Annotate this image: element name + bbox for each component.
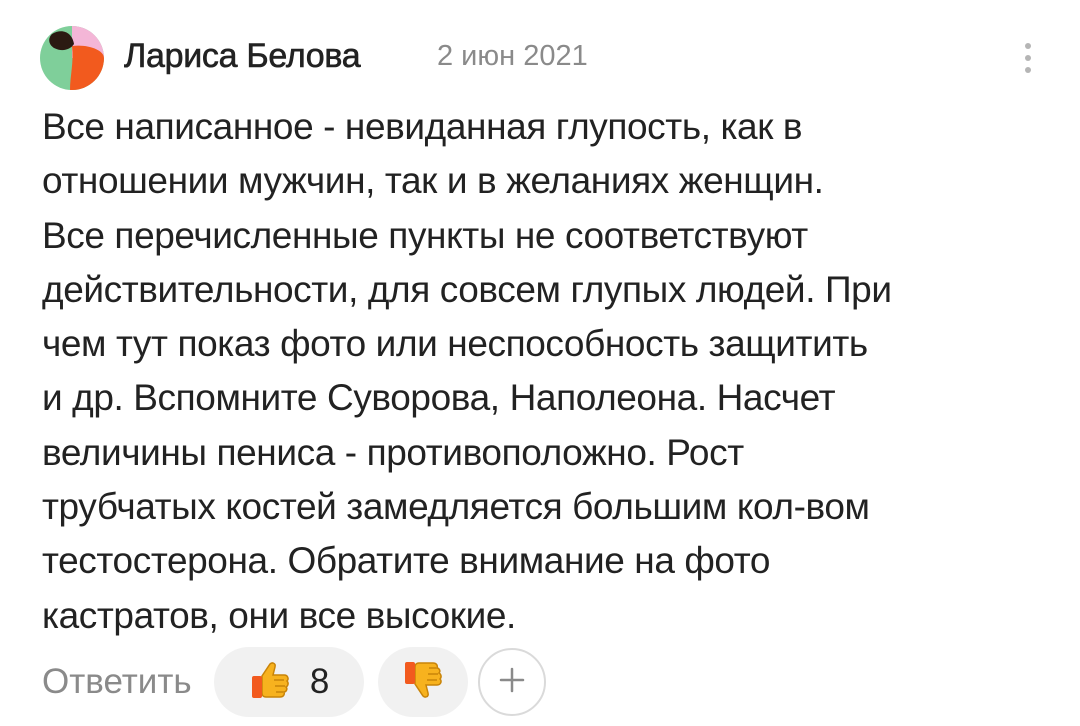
comment-actions: Ответить 8 [42, 646, 546, 718]
comment-text-line: и др. Вспомните Суворова, Наполеона. Нас… [42, 377, 836, 419]
reply-button[interactable]: Ответить [42, 662, 192, 702]
author-name[interactable]: Лариса Белова [124, 37, 361, 76]
comment-header: Лариса Белова 2 июн 2021 [40, 26, 1040, 90]
comment-text-line: тестостерона. Обратите внимание на фото [42, 540, 771, 582]
comment-text-line: Все перечисленные пункты не соответствую… [42, 214, 808, 256]
more-options-icon[interactable] [1016, 34, 1040, 82]
add-reaction-button[interactable] [477, 648, 546, 716]
thumbs-up-icon [248, 658, 292, 707]
comment-text-line: кастратов, они все высокие. [42, 594, 516, 636]
comment-card: Лариса Белова 2 июн 2021 Все написанное … [0, 0, 1080, 726]
comment-text-line: Все написанное - невиданная глупость, ка… [42, 106, 803, 147]
comment-text-line: чем тут показ фото или неспособность защ… [42, 323, 868, 365]
comment-text-line: отношении мужчин, так и в желаниях женщи… [42, 160, 824, 202]
comment-date: 2 июн 2021 [437, 40, 588, 72]
plus-icon [497, 665, 527, 700]
thumbs-down-icon [401, 658, 445, 707]
comment-text-line: действительности, для совсем глупых люде… [42, 268, 892, 310]
comment-text-line: величины пениса - противоположно. Рост [42, 431, 744, 473]
comment-text-line: трубчатых костей замедляется большим кол… [42, 486, 870, 528]
like-button[interactable]: 8 [213, 647, 364, 717]
comment-text: Все написанное - невиданная глупость, ка… [42, 100, 1052, 643]
dislike-button[interactable] [377, 647, 468, 717]
like-count: 8 [309, 662, 330, 701]
avatar[interactable] [40, 26, 104, 90]
